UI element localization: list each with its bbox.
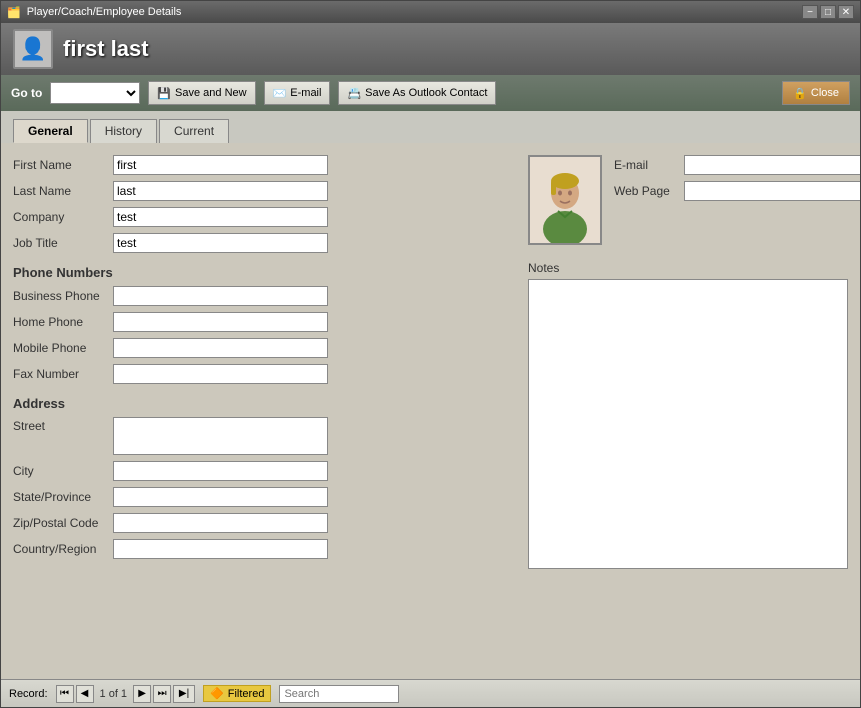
content-area: First Name Last Name Company Job Title P…	[1, 143, 860, 679]
business-phone-input[interactable]	[113, 286, 328, 306]
fax-number-input[interactable]	[113, 364, 328, 384]
city-row: City	[13, 461, 512, 481]
main-grid: First Name Last Name Company Job Title P…	[13, 155, 848, 572]
email-button[interactable]: ✉️ E-mail	[264, 81, 331, 105]
home-phone-input[interactable]	[113, 312, 328, 332]
fax-number-label: Fax Number	[13, 367, 113, 381]
mobile-phone-row: Mobile Phone	[13, 338, 512, 358]
email-web: E-mail Web Page	[614, 155, 860, 207]
right-top: E-mail Web Page	[528, 155, 848, 253]
photo-box	[528, 155, 602, 245]
next-record-button[interactable]: ▶	[133, 685, 151, 703]
company-input[interactable]	[113, 207, 328, 227]
close-icon: 🔒	[793, 87, 807, 100]
filtered-badge: 🔶 Filtered	[203, 685, 271, 702]
tab-current[interactable]: Current	[159, 119, 229, 143]
first-record-button[interactable]: ⏮	[56, 685, 74, 703]
tabs: General History Current	[1, 111, 860, 143]
job-title-row: Job Title	[13, 233, 512, 253]
notes-textarea[interactable]	[528, 279, 848, 569]
close-button[interactable]: 🔒 Close	[782, 81, 850, 105]
header: 👤 first last	[1, 23, 860, 75]
email-row: E-mail	[614, 155, 860, 175]
street-label: Street	[13, 417, 113, 433]
company-row: Company	[13, 207, 512, 227]
country-row: Country/Region	[13, 539, 512, 559]
add-record-button[interactable]: ▶|	[173, 685, 195, 703]
city-input[interactable]	[113, 461, 328, 481]
home-phone-label: Home Phone	[13, 315, 113, 329]
save-new-button[interactable]: 💾 Save and New	[148, 81, 255, 105]
record-count: 1 of 1	[96, 688, 132, 700]
avatar-image	[530, 157, 600, 243]
tab-general[interactable]: General	[13, 119, 88, 143]
goto-combo[interactable]	[50, 82, 140, 104]
phone-section-title: Phone Numbers	[13, 265, 512, 280]
last-record-button[interactable]: ⏭	[153, 685, 171, 703]
country-label: Country/Region	[13, 542, 113, 556]
tab-history[interactable]: History	[90, 119, 157, 143]
zip-row: Zip/Postal Code	[13, 513, 512, 533]
prev-record-button[interactable]: ◀	[76, 685, 94, 703]
search-input[interactable]	[279, 685, 399, 703]
outlook-icon: 📇	[347, 87, 361, 100]
job-title-input[interactable]	[113, 233, 328, 253]
record-title: first last	[63, 36, 149, 62]
email-icon: ✉️	[273, 87, 287, 100]
last-name-row: Last Name	[13, 181, 512, 201]
nav-controls: ⏮ ◀ 1 of 1 ▶ ⏭ ▶|	[56, 685, 196, 703]
notes-section: Notes	[528, 261, 848, 572]
left-panel: First Name Last Name Company Job Title P…	[13, 155, 512, 572]
status-bar: Record: ⏮ ◀ 1 of 1 ▶ ⏭ ▶| 🔶 Filtered	[1, 679, 860, 707]
web-page-input[interactable]	[684, 181, 860, 201]
state-label: State/Province	[13, 490, 113, 504]
fax-number-row: Fax Number	[13, 364, 512, 384]
window-title: Player/Coach/Employee Details	[27, 6, 182, 18]
title-bar-left: 🗂️ Player/Coach/Employee Details	[7, 6, 181, 19]
save-new-icon: 💾	[157, 87, 171, 100]
last-name-input[interactable]	[113, 181, 328, 201]
state-row: State/Province	[13, 487, 512, 507]
mobile-phone-input[interactable]	[113, 338, 328, 358]
email-input[interactable]	[684, 155, 860, 175]
zip-label: Zip/Postal Code	[13, 516, 113, 530]
main-window: 🗂️ Player/Coach/Employee Details − □ ✕ 👤…	[0, 0, 861, 708]
address-section-title: Address	[13, 396, 512, 411]
title-bar-controls: − □ ✕	[802, 5, 854, 19]
state-input[interactable]	[113, 487, 328, 507]
last-name-label: Last Name	[13, 184, 113, 198]
web-page-row: Web Page	[614, 181, 860, 201]
street-row: Street	[13, 417, 512, 455]
company-label: Company	[13, 210, 113, 224]
window-close-button[interactable]: ✕	[838, 5, 854, 19]
person-icon: 👤	[19, 36, 46, 62]
filtered-label: Filtered	[228, 688, 265, 700]
record-label: Record:	[9, 688, 48, 700]
first-name-input[interactable]	[113, 155, 328, 175]
business-phone-row: Business Phone	[13, 286, 512, 306]
header-icon: 👤	[13, 29, 53, 69]
app-icon: 🗂️	[7, 6, 21, 19]
goto-label: Go to	[11, 86, 42, 100]
outlook-button[interactable]: 📇 Save As Outlook Contact	[338, 81, 496, 105]
notes-label: Notes	[528, 261, 848, 275]
city-label: City	[13, 464, 113, 478]
maximize-button[interactable]: □	[820, 5, 836, 19]
home-phone-row: Home Phone	[13, 312, 512, 332]
minimize-button[interactable]: −	[802, 5, 818, 19]
first-name-label: First Name	[13, 158, 113, 172]
title-bar: 🗂️ Player/Coach/Employee Details − □ ✕	[1, 1, 860, 23]
country-input[interactable]	[113, 539, 328, 559]
right-panel: E-mail Web Page Notes	[528, 155, 848, 572]
street-input[interactable]	[113, 417, 328, 455]
business-phone-label: Business Phone	[13, 289, 113, 303]
mobile-phone-label: Mobile Phone	[13, 341, 113, 355]
filter-icon: 🔶	[210, 687, 224, 700]
email-label: E-mail	[614, 158, 684, 172]
toolbar: Go to 💾 Save and New ✉️ E-mail 📇 Save As…	[1, 75, 860, 111]
web-page-label: Web Page	[614, 184, 684, 198]
first-name-row: First Name	[13, 155, 512, 175]
job-title-label: Job Title	[13, 236, 113, 250]
zip-input[interactable]	[113, 513, 328, 533]
